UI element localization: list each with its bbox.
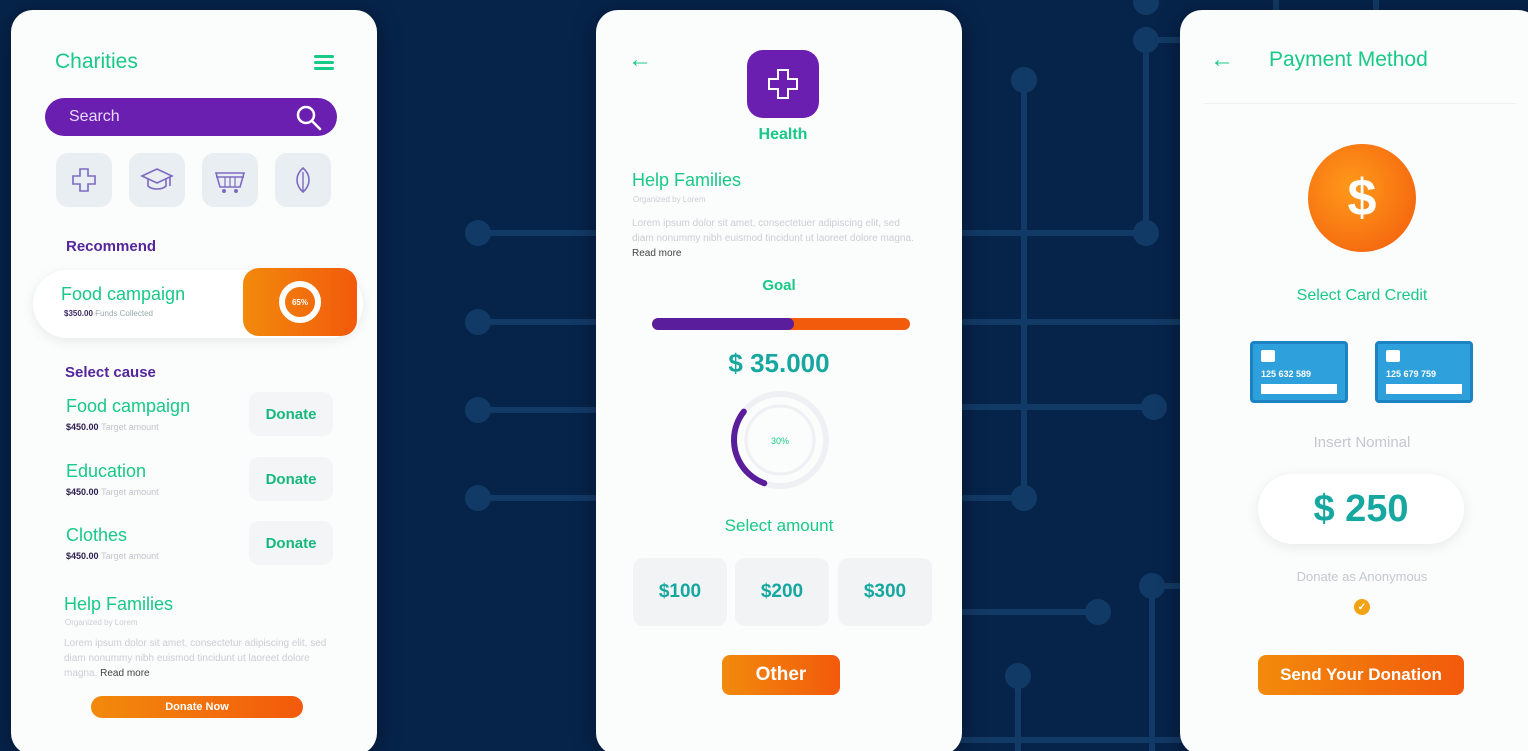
campaign-description: Lorem ipsum dolor sit amet, consectetuer…: [632, 218, 914, 259]
cause-name: Food campaign: [66, 396, 191, 416]
read-more-link[interactable]: Read more: [632, 248, 681, 259]
credit-card-option[interactable]: 125 679 759: [1375, 341, 1473, 403]
recommend-amount: $350.00 Funds Collected: [64, 309, 153, 318]
card-chip-icon: [1386, 350, 1400, 362]
arrow-left-icon[interactable]: ←: [1210, 46, 1234, 74]
dollar-icon: $: [1308, 144, 1416, 252]
campaign-detail-screen: ← Health Help Families Organized by Lore…: [596, 10, 962, 751]
credit-card-option[interactable]: 125 632 589: [1250, 341, 1348, 403]
search-bar[interactable]: Search: [45, 98, 337, 136]
page-title: Charities: [55, 50, 138, 73]
health-cross-icon: [72, 168, 96, 192]
amount-option[interactable]: $100: [633, 558, 727, 626]
payment-method-screen: ← Payment Method $ Select Card Credit 12…: [1180, 10, 1528, 751]
cause-name: Clothes: [66, 525, 128, 545]
donate-now-button[interactable]: Donate Now: [91, 696, 303, 718]
recommend-heading: Recommend: [66, 238, 157, 255]
campaign-organizer: Organized by Lorem: [633, 195, 706, 204]
recommend-progress-badge[interactable]: 65%: [243, 268, 357, 336]
progress-percent: 30%: [771, 436, 789, 446]
basket-icon: [214, 172, 246, 193]
anonymous-checkbox[interactable]: ✓: [1354, 599, 1370, 615]
card-chip-icon: [1261, 350, 1275, 362]
arrow-left-icon[interactable]: ←: [628, 46, 652, 74]
donate-button[interactable]: Donate: [249, 521, 333, 565]
card-number: 125 679 759: [1386, 369, 1437, 379]
amount-option[interactable]: $300: [838, 558, 932, 626]
category-label: Health: [758, 126, 808, 143]
category-health[interactable]: [56, 153, 112, 207]
search-input[interactable]: Search: [69, 108, 120, 126]
insert-nominal-label: Insert Nominal: [1313, 434, 1411, 451]
progress-ring: 30%: [731, 391, 829, 489]
campaign-title: Help Families: [632, 170, 742, 190]
anonymous-label: Donate as Anonymous: [1296, 569, 1428, 584]
help-organizer: Organized by Lorem: [65, 618, 138, 627]
read-more-link[interactable]: Read more: [100, 668, 149, 679]
send-donation-button[interactable]: Send Your Donation: [1258, 655, 1464, 695]
leaf-icon: [296, 166, 310, 194]
help-families-title: Help Families: [64, 594, 174, 614]
donate-button[interactable]: Donate: [249, 457, 333, 501]
page-title: Payment Method: [1269, 48, 1428, 71]
category-environment[interactable]: [275, 153, 331, 207]
cause-amount: $450.00 Target amount: [66, 487, 159, 497]
goal-progress-fill: [652, 318, 794, 330]
other-amount-button[interactable]: Other: [722, 655, 840, 695]
recommend-progress-ring: 65%: [279, 281, 321, 323]
cause-amount: $450.00 Target amount: [66, 551, 159, 561]
health-category-badge: [747, 50, 819, 118]
select-amount-label: Select amount: [724, 516, 834, 535]
charities-screen: Charities Search Recommend Food campaign…: [11, 10, 377, 751]
goal-label: Goal: [762, 277, 796, 294]
donate-button[interactable]: Donate: [249, 392, 333, 436]
cause-amount: $450.00 Target amount: [66, 422, 159, 432]
category-education[interactable]: [129, 153, 185, 207]
search-icon[interactable]: [295, 104, 323, 132]
goal-amount: $ 35.000: [728, 348, 830, 378]
menu-icon[interactable]: [314, 55, 334, 70]
recommend-name: Food campaign: [61, 284, 186, 304]
category-food[interactable]: [202, 153, 258, 207]
health-cross-icon: [768, 69, 798, 99]
amount-option[interactable]: $200: [735, 558, 829, 626]
card-strip: [1386, 384, 1462, 394]
help-description: Lorem ipsum dolor sit amet, consectetur …: [64, 638, 327, 679]
divider: [1204, 103, 1516, 104]
cause-name: Education: [66, 461, 147, 481]
graduation-cap-icon: [140, 168, 174, 190]
card-number: 125 632 589: [1261, 369, 1312, 379]
nominal-input[interactable]: $ 250: [1258, 474, 1464, 544]
goal-progress-bar: [652, 318, 910, 330]
card-strip: [1261, 384, 1337, 394]
select-card-label: Select Card Credit: [1296, 287, 1428, 304]
select-cause-heading: Select cause: [65, 364, 156, 381]
